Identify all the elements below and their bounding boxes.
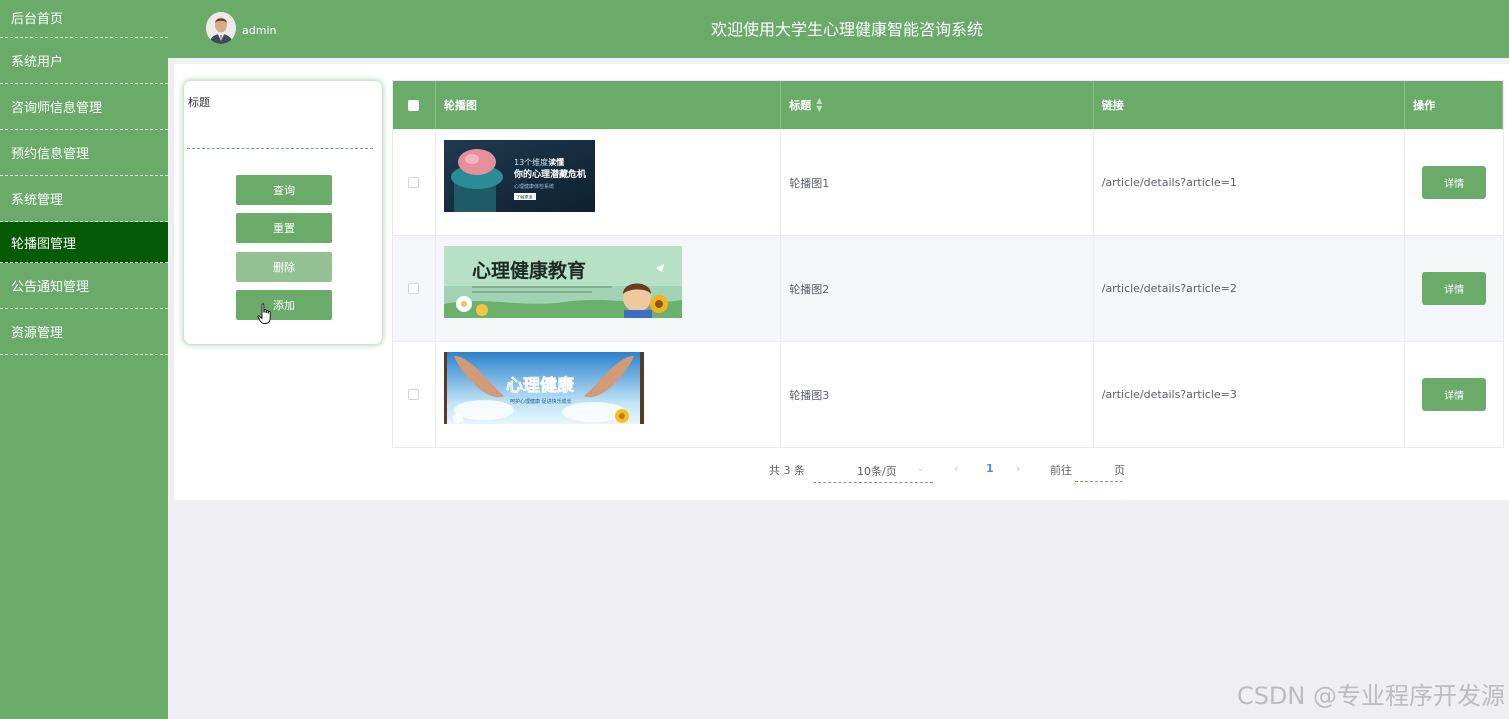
page-number-current[interactable]: 1 bbox=[986, 462, 994, 482]
banner3-subtitle: 呵护心理健康 促进快乐成长 bbox=[510, 398, 572, 405]
sidebar-item-label: 预约信息管理 bbox=[11, 147, 90, 162]
select-all-cell bbox=[393, 81, 436, 129]
banner1-line2: 你的心理潜藏危机 bbox=[513, 168, 586, 180]
add-button[interactable]: 添加 bbox=[236, 290, 332, 320]
sidebar-item-label: 后台首页 bbox=[11, 12, 64, 27]
search-form: 标题 查询 重置 删除 添加 bbox=[183, 80, 383, 345]
sidebar-item-carousel-management[interactable]: 轮播图管理 bbox=[0, 222, 168, 263]
banner1-line3: 心理健康体检系统 bbox=[514, 183, 554, 190]
chevron-left-icon[interactable]: ‹ bbox=[954, 462, 958, 482]
row-link: /article/details?article=3 bbox=[1094, 342, 1406, 447]
detail-button[interactable]: 详情 bbox=[1422, 272, 1487, 305]
column-header-image: 轮播图 bbox=[436, 81, 782, 129]
hand-cursor-icon bbox=[257, 303, 271, 324]
row-actions-cell: 详情 bbox=[1405, 130, 1503, 235]
column-header-actions: 操作 bbox=[1405, 81, 1503, 129]
table-row: 心理健康 呵护心理健康 促进快乐成长 轮播图3 /article/details… bbox=[393, 341, 1503, 447]
page-title: 欢迎使用大学生心理健康智能咨询系统 bbox=[710, 20, 983, 39]
row-actions-cell: 详情 bbox=[1405, 342, 1503, 447]
row-checkbox[interactable] bbox=[408, 389, 420, 400]
page-size-select[interactable]: 10条/页 ⌄ bbox=[813, 458, 933, 483]
banner2-heading: 心理健康教育 bbox=[472, 259, 586, 282]
sidebar-item-label: 资源管理 bbox=[11, 326, 64, 341]
delete-button[interactable]: 删除 bbox=[236, 252, 332, 282]
table-header-row: 轮播图 标题 ▲ ▼ 链接 操作 bbox=[393, 81, 1503, 129]
sort-icon[interactable]: ▲ ▼ bbox=[816, 97, 822, 113]
sidebar-item-home[interactable]: 后台首页 bbox=[0, 0, 168, 38]
sidebar-item-label: 咨询师信息管理 bbox=[11, 101, 103, 116]
banner1-button-text: 了解更多 bbox=[516, 194, 533, 201]
row-link: /article/details?article=2 bbox=[1094, 236, 1406, 341]
column-header-link: 链接 bbox=[1094, 81, 1406, 129]
carousel-image-cell: 13个维度读懂 你的心理潜藏危机 心理健康体检系统 了解更多 bbox=[436, 130, 782, 235]
row-title: 轮播图3 bbox=[781, 342, 1094, 447]
sidebar-item-system-users[interactable]: 系统用户 bbox=[0, 38, 168, 84]
search-title-label: 标题 bbox=[188, 96, 210, 109]
column-header-title-label: 标题 bbox=[789, 99, 812, 112]
watermark: CSDN @专业程序开发源 bbox=[1236, 682, 1505, 710]
sidebar-item-label: 系统用户 bbox=[11, 55, 64, 70]
row-select-cell bbox=[393, 342, 436, 447]
carousel-image-2[interactable]: 心理健康教育 bbox=[443, 246, 682, 318]
row-title: 轮播图1 bbox=[781, 130, 1094, 235]
carousel-table: 轮播图 标题 ▲ ▼ 链接 操作 13个维度读懂 你的心理潜藏危机 心理健康体检系统… bbox=[392, 80, 1504, 448]
row-select-cell bbox=[393, 130, 436, 235]
sidebar-item-label: 轮播图管理 bbox=[11, 236, 77, 252]
row-title: 轮播图2 bbox=[781, 236, 1094, 341]
sidebar-item-system-management[interactable]: 系统管理 bbox=[0, 176, 168, 222]
goto-label: 前往 bbox=[1050, 464, 1072, 477]
carousel-image-cell: 心理健康 呵护心理健康 促进快乐成长 bbox=[436, 342, 782, 447]
detail-button[interactable]: 详情 bbox=[1422, 378, 1487, 411]
reset-button[interactable]: 重置 bbox=[236, 213, 332, 243]
banner1-line1a: 13个维度 bbox=[514, 157, 548, 167]
svg-text:13个维度读懂: 13个维度读懂 bbox=[514, 157, 564, 167]
sidebar: 后台首页 系统用户 咨询师信息管理 预约信息管理 系统管理 轮播图管理 公告通知… bbox=[0, 0, 168, 719]
pagination-total: 共 3 条 bbox=[769, 464, 805, 477]
carousel-image-1[interactable]: 13个维度读懂 你的心理潜藏危机 心理健康体检系统 了解更多 bbox=[443, 140, 595, 212]
table-row: 心理健康教育 轮播图2 /article/details?article=2 详… bbox=[393, 235, 1503, 341]
query-button[interactable]: 查询 bbox=[236, 175, 332, 205]
chevron-right-icon[interactable]: › bbox=[1016, 462, 1020, 482]
carousel-image-cell: 心理健康教育 bbox=[436, 236, 782, 341]
top-header: admin 欢迎使用大学生心理健康智能咨询系统 bbox=[168, 0, 1509, 58]
row-actions-cell: 详情 bbox=[1405, 236, 1503, 341]
page-suffix-label: 页 bbox=[1114, 464, 1125, 477]
column-header-actions-label: 操作 bbox=[1413, 99, 1436, 112]
banner1-line1b: 读懂 bbox=[548, 157, 564, 167]
detail-button[interactable]: 详情 bbox=[1422, 166, 1487, 199]
sidebar-item-notice-management[interactable]: 公告通知管理 bbox=[0, 263, 168, 309]
row-checkbox[interactable] bbox=[408, 283, 420, 294]
page-size-value: 10条/页 bbox=[857, 465, 897, 478]
chevron-down-icon: ⌄ bbox=[917, 464, 925, 474]
banner3-heading: 心理健康 bbox=[506, 375, 575, 396]
row-select-cell bbox=[393, 236, 436, 341]
row-link: /article/details?article=1 bbox=[1094, 130, 1406, 235]
table-row: 13个维度读懂 你的心理潜藏危机 心理健康体检系统 了解更多 轮播图1 /art… bbox=[393, 129, 1503, 235]
select-all-checkbox[interactable] bbox=[408, 99, 420, 111]
sidebar-item-resource-management[interactable]: 资源管理 bbox=[0, 309, 168, 355]
sidebar-item-label: 公告通知管理 bbox=[11, 280, 90, 295]
sidebar-item-appointment-management[interactable]: 预约信息管理 bbox=[0, 130, 168, 176]
sidebar-item-label: 系统管理 bbox=[11, 193, 64, 208]
carousel-image-3[interactable]: 心理健康 呵护心理健康 促进快乐成长 bbox=[443, 352, 644, 424]
column-header-title[interactable]: 标题 ▲ ▼ bbox=[781, 81, 1094, 129]
search-title-input[interactable] bbox=[187, 127, 373, 149]
sidebar-item-counselor-management[interactable]: 咨询师信息管理 bbox=[0, 84, 168, 130]
row-checkbox[interactable] bbox=[408, 177, 420, 188]
